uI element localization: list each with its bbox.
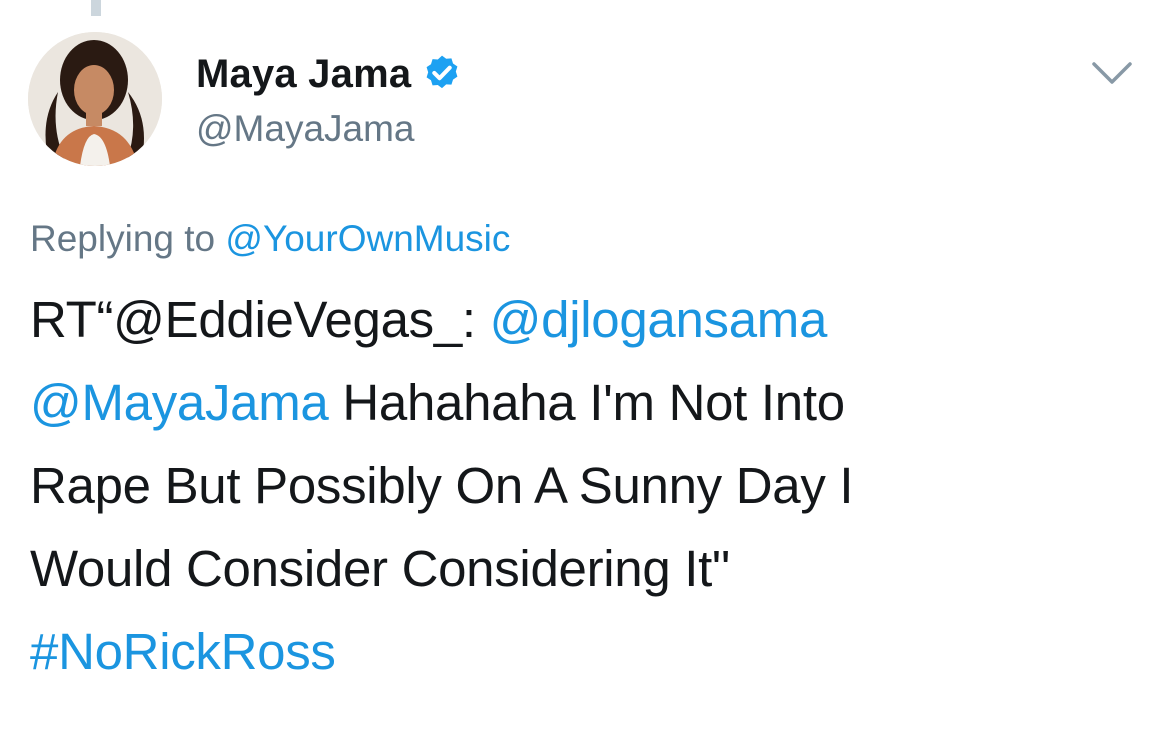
author-handle[interactable]: @MayaJama	[196, 108, 415, 150]
tweet-line-1: RT“@EddieVegas_: @djlogansama	[30, 278, 1140, 361]
reply-to-mention-link[interactable]: @YourOwnMusic	[225, 218, 510, 259]
tweet-text: RT“@EddieVegas_: @djlogansama @MayaJama …	[30, 278, 1140, 693]
mention-link-mayajama[interactable]: @MayaJama	[30, 374, 329, 431]
tweet-text-segment: Hahahaha I'm Not Into	[328, 374, 845, 431]
verified-badge-icon	[426, 55, 458, 89]
profile-photo-icon	[28, 32, 162, 166]
avatar[interactable]	[28, 32, 162, 166]
tweet-text-segment: RT“@EddieVegas_:	[30, 291, 490, 348]
replying-to-label: Replying to	[30, 218, 216, 259]
tweet-line-3: Rape But Possibly On A Sunny Day I	[30, 457, 854, 514]
mention-link-djlogansama[interactable]: @djlogansama	[490, 291, 828, 348]
author-name-row[interactable]: Maya Jama	[196, 48, 463, 100]
replying-to-line: Replying to @YourOwnMusic	[30, 218, 510, 260]
tweet-line-2: @MayaJama Hahahaha I'm Not Into	[30, 361, 1140, 444]
chevron-down-icon[interactable]	[1090, 58, 1134, 88]
tweet-line-5: #NoRickRoss	[30, 610, 1140, 693]
author-display-name[interactable]: Maya Jama	[196, 52, 411, 97]
hashtag-link[interactable]: #NoRickRoss	[30, 623, 336, 680]
thread-connector-line	[91, 0, 101, 16]
tweet-line-4: Would Consider Considering It"	[30, 540, 730, 597]
